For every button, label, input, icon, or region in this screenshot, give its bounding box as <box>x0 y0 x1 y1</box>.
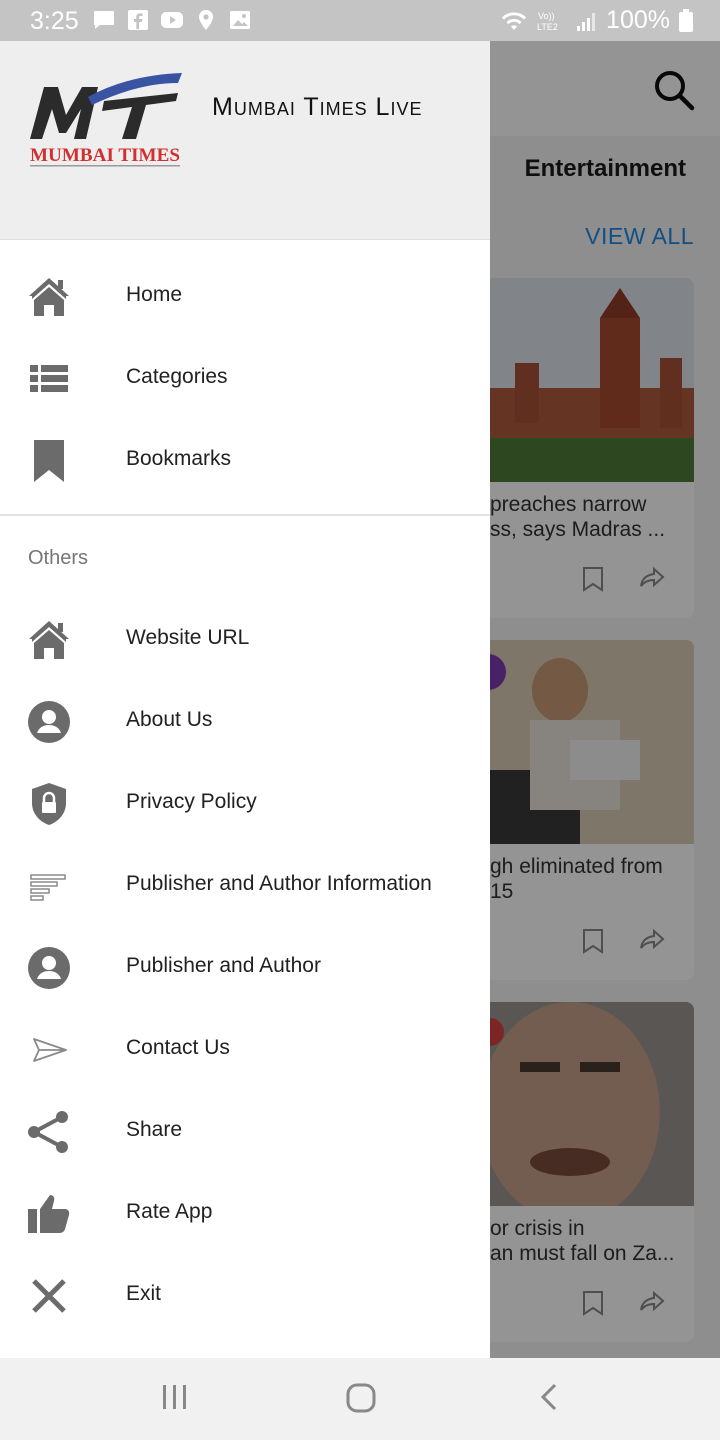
person-icon <box>28 701 70 743</box>
menu-label: Home <box>126 283 183 306</box>
others-heading: Others <box>28 547 89 569</box>
menu-label: Privacy Policy <box>126 790 257 813</box>
menu-item-categories[interactable]: Categories <box>0 338 490 418</box>
bookmark-icon <box>34 440 64 482</box>
menu-item-website-url[interactable]: Website URL <box>0 599 490 679</box>
svg-text:LTE2: LTE2 <box>537 22 558 32</box>
notification-icons <box>92 9 252 31</box>
home-nav-icon[interactable] <box>345 1382 377 1414</box>
menu-label: Publisher and Author <box>126 954 321 977</box>
menu-label: Rate App <box>126 1200 213 1223</box>
menu-item-bookmarks[interactable]: Bookmarks <box>0 420 490 500</box>
menu-label: Categories <box>126 365 228 388</box>
back-icon[interactable] <box>538 1382 560 1412</box>
battery-icon <box>679 8 693 32</box>
navigation-drawer: MUMBAI TIMES Mumbai Times Live Home Cate… <box>0 41 490 1358</box>
menu-item-exit[interactable]: Exit <box>0 1255 490 1335</box>
menu-label: Website URL <box>126 626 250 649</box>
list-icon <box>30 365 68 392</box>
menu-item-share[interactable]: Share <box>0 1091 490 1171</box>
app-name: Mumbai Times Live <box>212 93 423 121</box>
menu-label: Bookmarks <box>126 447 232 470</box>
image-icon <box>230 11 250 29</box>
send-icon <box>33 1038 67 1062</box>
menu-item-about-us[interactable]: About Us <box>0 681 490 761</box>
text-lines-icon <box>30 874 66 901</box>
signal-icon <box>577 12 596 31</box>
battery-percent: 100% <box>606 6 670 34</box>
volte-icon: Vo))LTE2 <box>537 11 558 32</box>
menu-label: Exit <box>126 1282 162 1305</box>
status-time: 3:25 <box>30 7 79 35</box>
menu-label: Publisher and Author Information <box>126 872 432 895</box>
shield-lock-icon <box>32 783 66 825</box>
drawer-header: MUMBAI TIMES Mumbai Times Live <box>0 41 490 240</box>
menu-label: Share <box>126 1118 183 1141</box>
menu-item-contact-us[interactable]: Contact Us <box>0 1009 490 1089</box>
status-bar: 3:25 Vo)) LTE2 100% <box>0 0 720 41</box>
menu-label: Contact Us <box>126 1036 230 1059</box>
recent-apps-icon[interactable] <box>160 1382 190 1412</box>
logo-text: MUMBAI TIMES <box>30 145 180 166</box>
home-icon <box>29 278 69 316</box>
status-right: Vo)) LTE2 100% <box>500 6 694 35</box>
wifi-icon <box>502 11 527 30</box>
menu-label: About Us <box>126 708 213 731</box>
share-icon <box>28 1111 68 1153</box>
home-icon <box>29 621 69 659</box>
youtube-icon <box>161 12 183 28</box>
menu-item-publisher-author-info[interactable]: Publisher and Author Information <box>0 845 490 925</box>
drawer-divider <box>0 514 490 516</box>
person-icon <box>28 947 70 989</box>
mumbai-times-logo: MUMBAI TIMES <box>30 73 182 167</box>
message-icon <box>94 11 114 29</box>
menu-item-home[interactable]: Home <box>0 256 490 336</box>
facebook-icon <box>128 10 148 30</box>
location-icon <box>199 10 213 30</box>
svg-text:Vo)): Vo)) <box>538 11 555 21</box>
thumbs-up-icon <box>28 1195 70 1233</box>
system-nav-bar <box>0 1358 720 1440</box>
menu-item-rate-app[interactable]: Rate App <box>0 1173 490 1253</box>
menu-item-publisher-author[interactable]: Publisher and Author <box>0 927 490 1007</box>
close-icon <box>32 1279 66 1313</box>
menu-item-privacy-policy[interactable]: Privacy Policy <box>0 763 490 843</box>
